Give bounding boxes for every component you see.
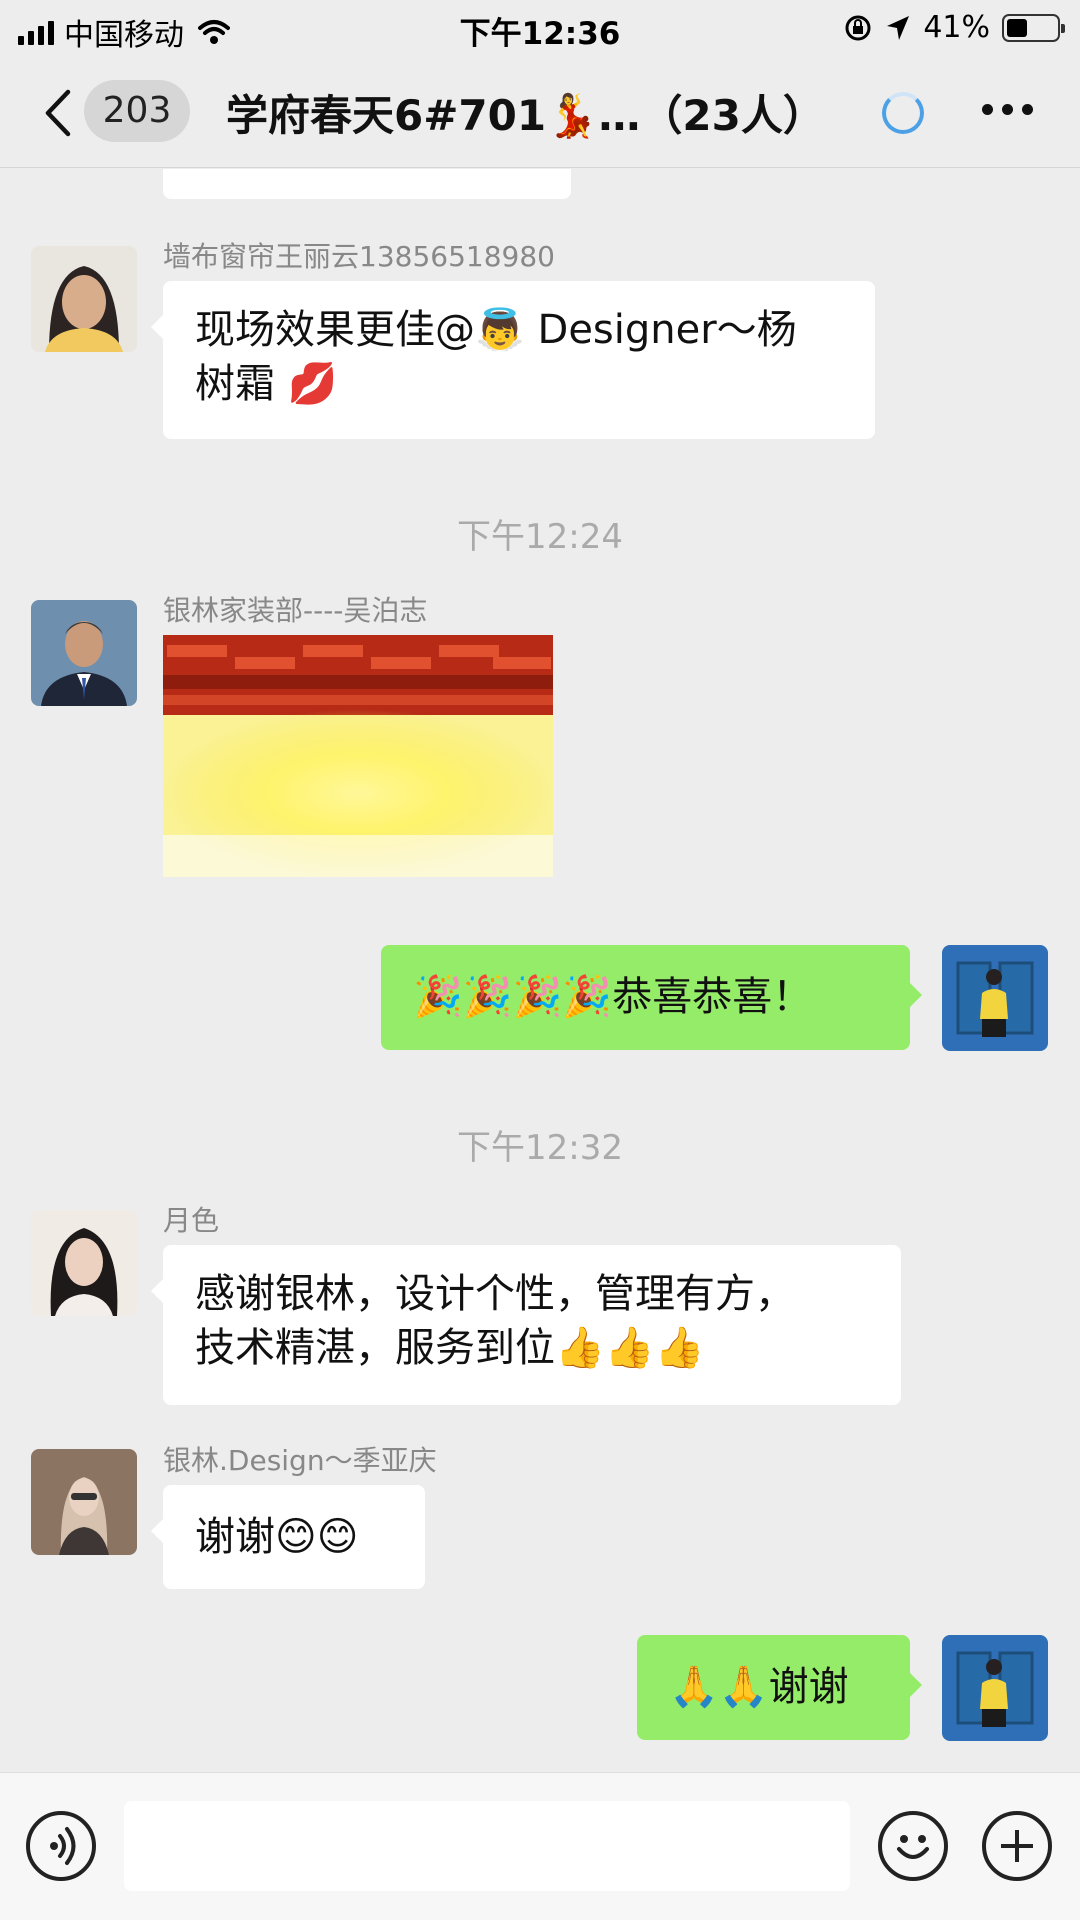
message-text-line: 树霜 💋 — [195, 361, 338, 407]
message-timestamp: 下午12:24 — [457, 517, 623, 557]
message-sender: 墙布窗帘王丽云13856518980 — [163, 240, 555, 273]
firecracker-sticker[interactable] — [163, 635, 553, 877]
more-icon[interactable] — [982, 104, 1033, 115]
message-sender: 银林家装部----吴泊志 — [163, 594, 428, 627]
avatar[interactable] — [31, 1449, 137, 1555]
message-bubble[interactable]: 谢谢😊😊 — [151, 1485, 425, 1589]
carrier-name: 中国移动 — [64, 18, 184, 53]
back-icon[interactable] — [38, 88, 78, 138]
wechat-group-chat-screen: 中国移动 下午12:36 41% 203 学府春天6#701💃…（23人） 墙布… — [0, 0, 1080, 1920]
battery-fill — [1007, 18, 1027, 37]
battery-percentage: 41% — [923, 10, 990, 45]
message-timestamp: 下午12:32 — [457, 1128, 623, 1168]
message-text-line: 现场效果更佳@👼 Designer～杨 — [195, 307, 797, 353]
message-sender: 银林.Design～季亚庆 — [163, 1444, 437, 1477]
message-bubble-outgoing[interactable]: 🎉🎉🎉🎉恭喜恭喜！ — [381, 945, 922, 1050]
message-bubble-cropped[interactable] — [163, 169, 571, 199]
plus-icon[interactable] — [982, 1811, 1052, 1881]
orientation-lock-icon — [845, 15, 871, 40]
cellular-signal-icon — [18, 19, 54, 45]
avatar[interactable] — [31, 600, 137, 706]
voice-icon[interactable] — [26, 1811, 96, 1881]
my-avatar[interactable] — [942, 1635, 1048, 1741]
status-bar: 中国移动 下午12:36 41% — [0, 0, 1080, 58]
avatar[interactable] — [31, 1210, 137, 1316]
location-arrow-icon — [887, 15, 910, 40]
message-input[interactable] — [124, 1801, 850, 1891]
emoji-icon[interactable] — [878, 1811, 948, 1881]
avatar[interactable] — [31, 246, 137, 352]
message-bubble[interactable]: 感谢银林，设计个性，管理有方， 技术精湛，服务到位👍👍👍 — [151, 1245, 901, 1405]
message-text-line: 感谢银林，设计个性，管理有方， — [195, 1271, 795, 1317]
message-bubble[interactable]: 现场效果更佳@👼 Designer～杨 树霜 💋 — [151, 281, 875, 439]
wifi-icon — [198, 20, 230, 44]
message-bubble-outgoing[interactable]: 🙏🙏谢谢 — [637, 1635, 922, 1740]
message-list[interactable]: 墙布窗帘王丽云13856518980 现场效果更佳@👼 Designer～杨 树… — [0, 169, 1080, 1772]
chat-nav-bar: 203 学府春天6#701💃…（23人） — [0, 58, 1080, 168]
battery-icon — [1002, 13, 1065, 42]
message-sender: 月色 — [163, 1204, 220, 1237]
unread-count-badge[interactable]: 203 — [84, 80, 190, 142]
chat-title[interactable]: 学府春天6#701💃…（23人） — [226, 82, 825, 143]
message-text-line: 技术精湛，服务到位👍👍👍 — [195, 1325, 705, 1371]
loading-icon — [882, 92, 924, 134]
my-avatar[interactable] — [942, 945, 1048, 1051]
input-toolbar — [0, 1772, 1080, 1920]
firecracker-strings — [163, 635, 553, 715]
